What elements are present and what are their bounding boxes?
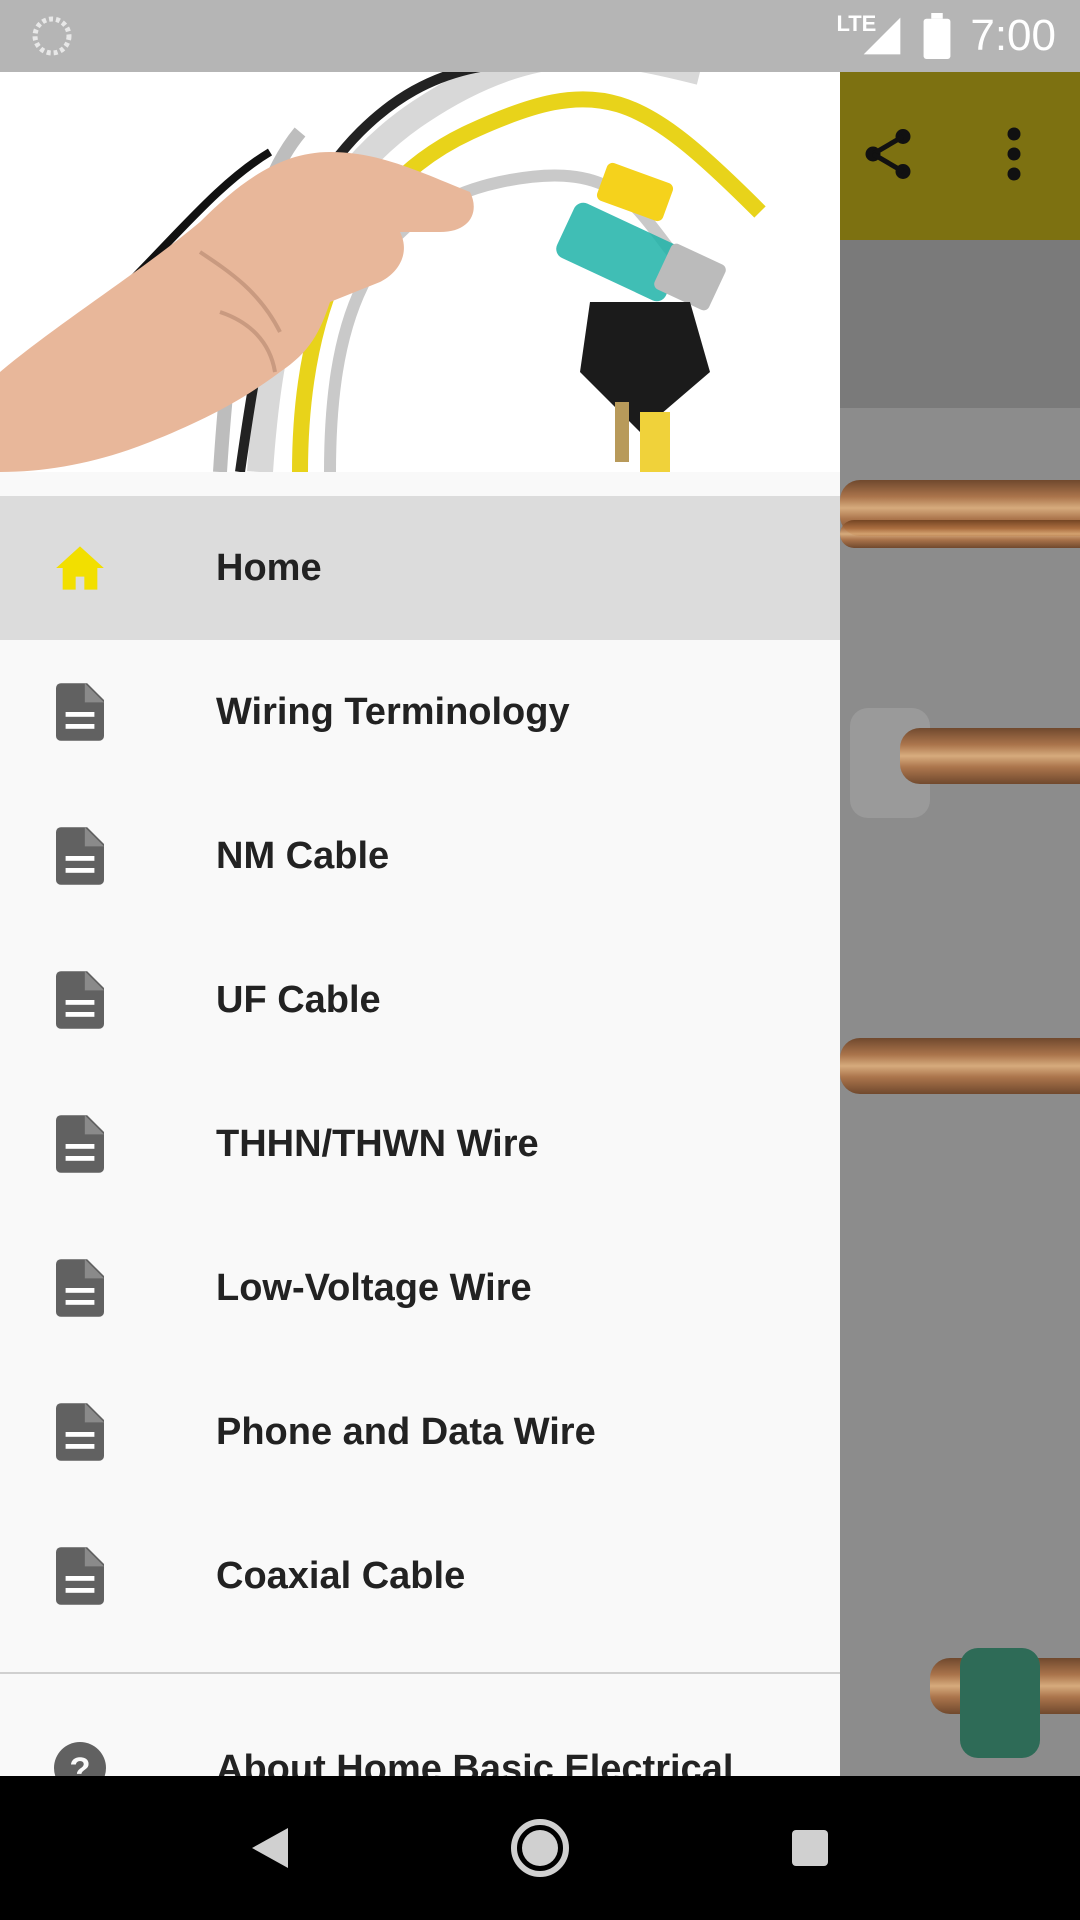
back-icon (252, 1828, 288, 1868)
share-button[interactable] (856, 122, 920, 186)
battery-icon (923, 13, 951, 59)
menu-item-wiring-terminology[interactable]: Wiring Terminology (0, 640, 840, 784)
recents-button[interactable] (774, 1812, 846, 1884)
menu-item-label: Wiring Terminology (216, 690, 570, 733)
document-icon (54, 1403, 106, 1461)
menu-item-home[interactable]: Home (0, 496, 840, 640)
menu-item-uf-cable[interactable]: UF Cable (0, 928, 840, 1072)
cables-image (0, 72, 840, 472)
document-icon (54, 1259, 106, 1317)
clock: 7:00 (970, 11, 1056, 60)
menu-item-label: NM Cable (216, 834, 390, 877)
document-icon (54, 827, 106, 885)
loading-icon (32, 16, 72, 56)
system-nav-bar (0, 1776, 1080, 1920)
menu-item-phone-and-data-wire[interactable]: Phone and Data Wire (0, 1360, 840, 1504)
home-circle-icon (511, 1819, 569, 1877)
status-bar: LTE 7:00 (0, 0, 1080, 72)
back-button[interactable] (234, 1812, 306, 1884)
network-type: LTE (836, 11, 877, 36)
drawer-header-image (0, 72, 840, 472)
menu-item-label: About Home Basic Electrical (216, 1748, 734, 1776)
home-button[interactable] (504, 1812, 576, 1884)
drawer-divider (0, 1672, 840, 1674)
more-vert-icon (1007, 127, 1021, 181)
recents-icon (792, 1830, 828, 1866)
menu-item-label: Low-Voltage Wire (216, 1266, 532, 1309)
help-icon: ? (54, 1742, 106, 1776)
svg-text:?: ? (69, 1751, 90, 1776)
menu-item-label: Phone and Data Wire (216, 1410, 596, 1453)
menu-item-label: Coaxial Cable (216, 1554, 466, 1597)
menu-item-label: Home (216, 546, 322, 589)
share-icon (865, 129, 911, 179)
menu-item-coaxial-cable[interactable]: Coaxial Cable (0, 1504, 840, 1648)
menu-item-low-voltage-wire[interactable]: Low-Voltage Wire (0, 1216, 840, 1360)
document-icon (54, 971, 106, 1029)
menu-item-nm-cable[interactable]: NM Cable (0, 784, 840, 928)
navigation-drawer: Home Wiring Terminology NM Cable UF Cabl… (0, 0, 840, 1776)
document-icon (54, 1547, 106, 1605)
menu-item-thhn-thwn-wire[interactable]: THHN/THWN Wire (0, 1072, 840, 1216)
overflow-menu-button[interactable] (982, 122, 1046, 186)
drawer-menu: Home Wiring Terminology NM Cable UF Cabl… (0, 496, 840, 1648)
menu-item-label: UF Cable (216, 978, 381, 1021)
document-icon (54, 683, 106, 741)
menu-item-about[interactable]: ? About Home Basic Electrical (0, 1700, 840, 1776)
home-icon (54, 542, 106, 594)
document-icon (54, 1115, 106, 1173)
menu-item-label: THHN/THWN Wire (216, 1122, 539, 1165)
